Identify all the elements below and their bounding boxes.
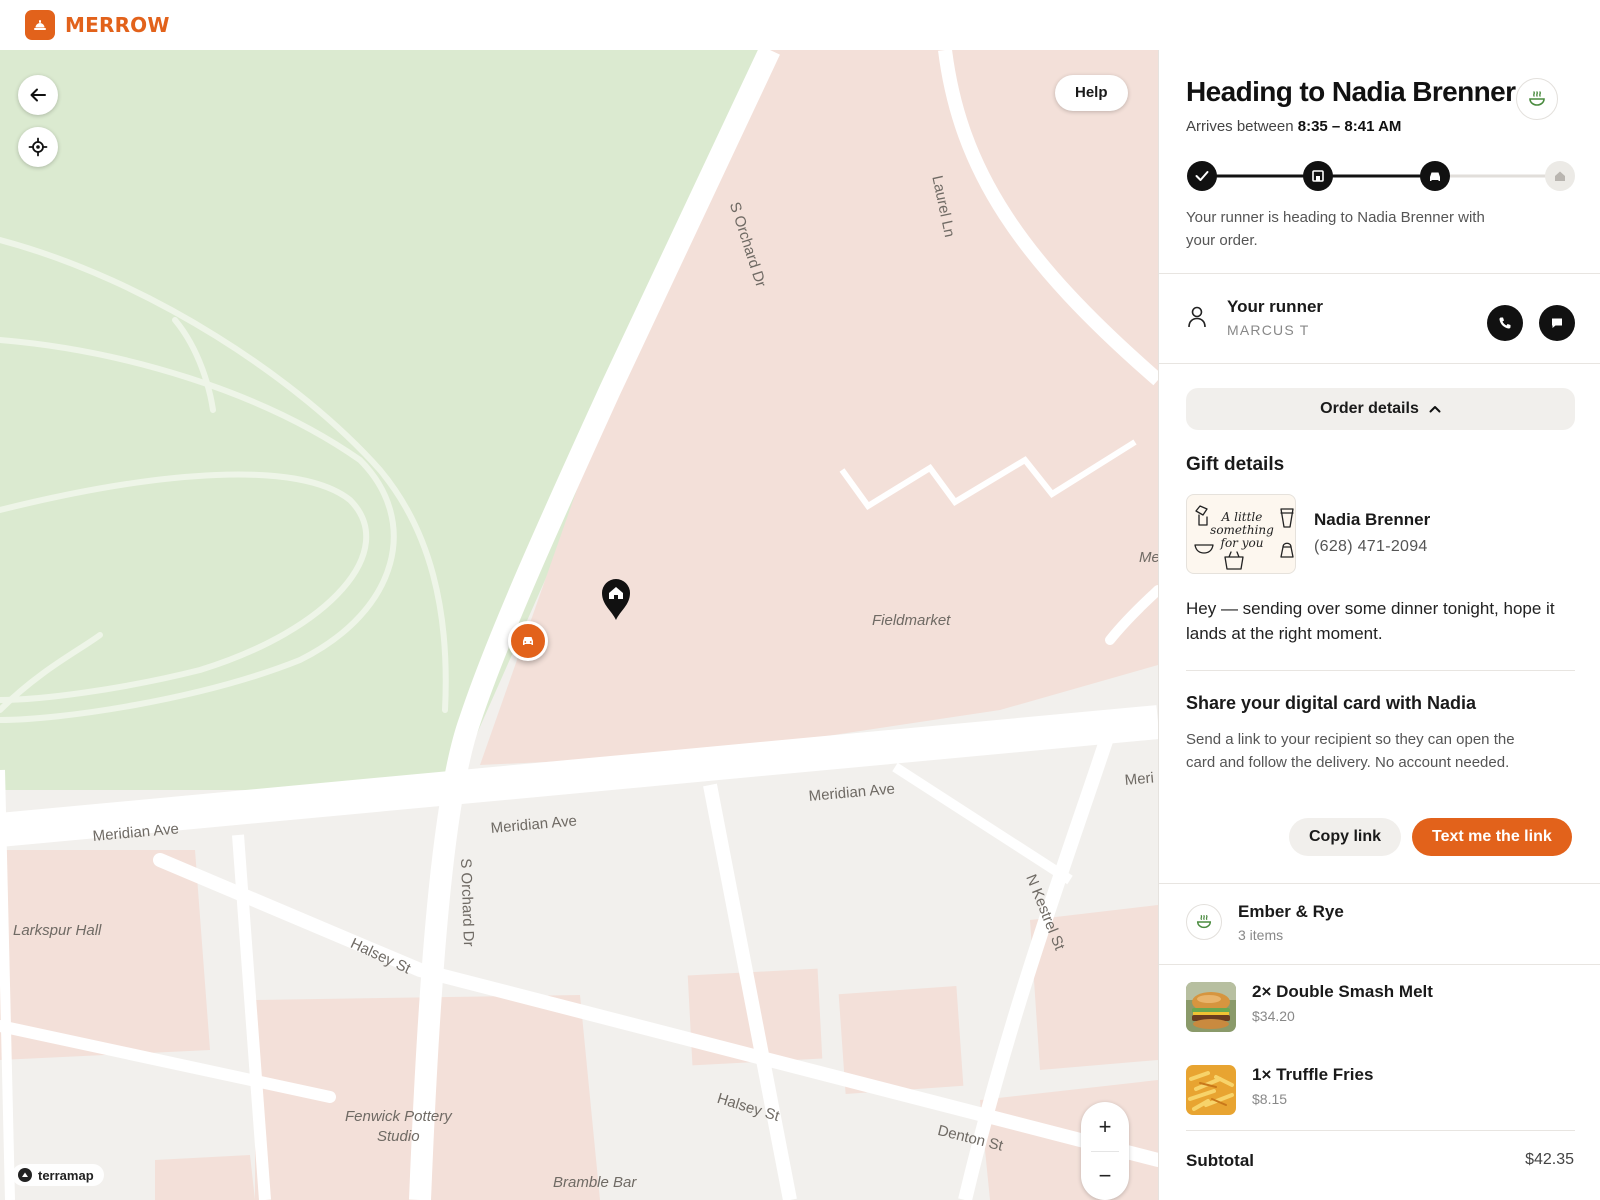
- car-icon: [523, 637, 533, 645]
- map-label-fieldmarket: Fieldmarket: [872, 612, 951, 629]
- store-item-count: 3 items: [1238, 927, 1284, 943]
- terramap-logo-icon: [18, 1168, 32, 1182]
- brand-name[interactable]: MERROW: [65, 13, 170, 37]
- destination-home-pin[interactable]: [600, 577, 632, 626]
- chevron-up-icon: [1429, 405, 1441, 413]
- zoom-control: + −: [1081, 1102, 1129, 1200]
- bowl-icon: [1529, 91, 1545, 106]
- gift-card-text: A little something for you: [1210, 510, 1274, 550]
- divider: [1186, 670, 1575, 671]
- order-tracking-panel: Heading to Nadia Brenner Arrives between…: [1158, 50, 1600, 1200]
- subtotal-value: $42.35: [1525, 1151, 1574, 1168]
- item-image-fries: [1186, 1065, 1236, 1115]
- merrow-logo-icon[interactable]: [25, 10, 55, 40]
- map-label-larkspur: Larkspur Hall: [13, 922, 102, 939]
- locate-icon: [28, 137, 48, 157]
- divider: [1159, 883, 1600, 884]
- bowl-icon: [1196, 915, 1212, 929]
- chat-icon: [1552, 318, 1562, 328]
- delivery-progress: [1187, 161, 1575, 191]
- home-pin-icon: [602, 579, 630, 620]
- message-runner-button[interactable]: [1539, 305, 1575, 341]
- gift-message: Hey — sending over some dinner tonight, …: [1186, 599, 1555, 643]
- divider: [1159, 363, 1600, 364]
- item-name: 2× Double Smash Melt: [1252, 982, 1433, 1001]
- delivery-map[interactable]: S Orchard Dr Laurel Ln Fieldmarket Merid…: [0, 50, 1158, 1200]
- store-name: Ember & Rye: [1238, 902, 1344, 921]
- progress-step-on-the-way: [1420, 161, 1450, 191]
- gift-card-thumbnail[interactable]: A little something for you: [1186, 494, 1296, 574]
- zoom-in-button[interactable]: +: [1081, 1102, 1129, 1151]
- arrow-left-icon: [30, 88, 46, 102]
- eta-line: Arrives between 8:35 – 8:41 AM: [1186, 118, 1401, 135]
- progress-step-delivered: [1545, 161, 1575, 191]
- map-attribution[interactable]: terramap: [12, 1164, 104, 1186]
- map-label-meridian-edge: Meri: [1124, 769, 1155, 789]
- map-label-me-edge: Me: [1139, 549, 1158, 566]
- phone-icon: [1499, 317, 1511, 329]
- store-logo: [1186, 904, 1222, 940]
- item-image-burger: [1186, 982, 1236, 1032]
- item-name: 1× Truffle Fries: [1252, 1065, 1374, 1084]
- copy-link-button[interactable]: Copy link: [1289, 818, 1402, 856]
- progress-step-store: [1303, 161, 1333, 191]
- recenter-button[interactable]: [18, 127, 58, 167]
- top-bar: MERROW: [0, 0, 1600, 50]
- order-details-label: Order details: [1320, 400, 1419, 417]
- status-message: Your runner is heading to Nadia Brenner …: [1186, 209, 1485, 249]
- back-button[interactable]: [18, 75, 58, 115]
- zoom-out-button[interactable]: −: [1081, 1151, 1129, 1200]
- runner-title: Your runner: [1227, 297, 1324, 316]
- map-label-orchard-lower: S Orchard Dr: [457, 858, 478, 947]
- help-button[interactable]: Help: [1055, 75, 1128, 111]
- map-label-bramble: Bramble Bar: [553, 1174, 637, 1191]
- person-icon: [1186, 305, 1208, 334]
- runner-name: MARCUS T: [1227, 322, 1310, 338]
- gift-section-title: Gift details: [1186, 454, 1285, 475]
- map-base: [0, 50, 1158, 1200]
- share-card-description: Send a link to your recipient so they ca…: [1186, 731, 1515, 771]
- divider: [1186, 1130, 1575, 1131]
- store-badge: [1516, 78, 1558, 120]
- order-details-toggle[interactable]: Order details: [1186, 388, 1575, 430]
- subtotal-label: Subtotal: [1186, 1151, 1254, 1170]
- call-runner-button[interactable]: [1487, 305, 1523, 341]
- recipient-phone: (628) 471-2094: [1314, 538, 1428, 555]
- share-card-title: Share your digital card with Nadia: [1186, 693, 1477, 713]
- item-price: $34.20: [1252, 1008, 1295, 1024]
- map-label-fenwick-2: Studio: [377, 1128, 420, 1145]
- attribution-text: terramap: [38, 1167, 94, 1183]
- recipient-name: Nadia Brenner: [1314, 510, 1431, 529]
- text-me-link-button[interactable]: Text me the link: [1412, 818, 1572, 856]
- divider: [1159, 273, 1600, 274]
- zoom-divider: [1091, 1151, 1119, 1152]
- eta-prefix: Arrives between: [1186, 118, 1294, 135]
- page-title: Heading to Nadia Brenner: [1186, 76, 1516, 107]
- eta-window: 8:35 – 8:41 AM: [1297, 118, 1402, 135]
- map-label-fenwick: Fenwick Pottery: [345, 1108, 452, 1125]
- progress-step-confirmed: [1187, 161, 1217, 191]
- courier-car-marker[interactable]: [508, 621, 548, 661]
- divider: [1159, 964, 1600, 965]
- item-price: $8.15: [1252, 1091, 1288, 1107]
